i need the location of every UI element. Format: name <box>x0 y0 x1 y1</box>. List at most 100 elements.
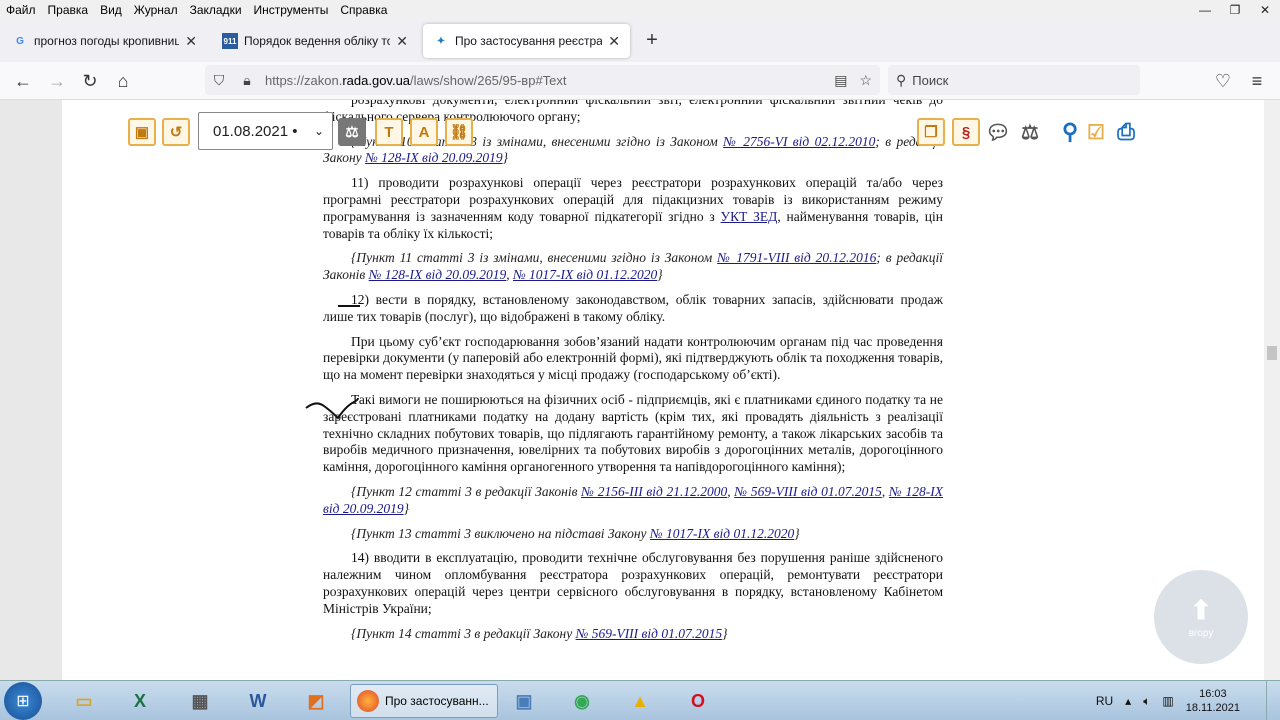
documents-icon[interactable]: ❐ <box>917 118 945 146</box>
law-link[interactable]: № 1017-IX від 01.12.2020 <box>650 526 794 541</box>
law-text: розрахункові документи, електронний фіск… <box>323 100 943 650</box>
firefox-icon <box>357 690 379 712</box>
menu-edit[interactable]: Правка <box>42 3 95 17</box>
menu-bookmarks[interactable]: Закладки <box>184 3 248 17</box>
menu-help[interactable]: Справка <box>334 3 393 17</box>
close-window-icon[interactable]: ✕ <box>1250 0 1280 20</box>
excel-icon[interactable]: X <box>114 684 166 718</box>
tab-law-active[interactable]: ✦ Про застосування реєстрато... ✕ <box>423 24 630 58</box>
system-tray: RU ▴ 🔈︎ ▥ 16:03 18.11.2021 <box>1096 681 1240 720</box>
search-icon: ⚲ <box>896 71 907 88</box>
tab-weather[interactable]: G прогноз погоды кропивницкий ✕ <box>2 24 207 58</box>
tab-label: Порядок ведення обліку товар <box>244 34 391 48</box>
law-link[interactable]: № 1791-VIII від 20.12.2016 <box>717 250 876 265</box>
revision-date-select[interactable]: 01.08.2021 • ⌄ <box>198 112 333 150</box>
law-link[interactable]: № 1017-IX від 01.12.2020 <box>513 267 657 282</box>
tab-label: прогноз погоды кропивницкий <box>34 34 180 48</box>
arrow-up-icon: ⬆ <box>1190 595 1212 625</box>
app-menu-icon[interactable]: ≡ <box>1244 68 1270 94</box>
link-icon[interactable]: ⛓ <box>445 118 473 146</box>
menu-bar: Файл Правка Вид Журнал Закладки Инструме… <box>0 0 1280 20</box>
paragraph-12: 12) вести в порядку, встановленому закон… <box>323 291 943 324</box>
rada-icon: ✦ <box>436 35 446 47</box>
reader-view-icon[interactable]: ▤ <box>834 72 847 89</box>
amendment-note: {Пункт 13 статті 3 виключено на підставі… <box>351 525 800 541</box>
law-link[interactable]: № 569-VIII від 01.07.2015 <box>576 626 723 641</box>
back-icon[interactable]: ← <box>10 68 36 94</box>
close-tab-icon[interactable]: ✕ <box>608 33 620 50</box>
anydesk-icon[interactable]: ▲ <box>614 684 666 718</box>
pen-annotation <box>305 305 360 420</box>
scroll-to-top-button[interactable]: ⬆ вгору <box>1154 570 1248 664</box>
law-page: розрахункові документи, електронний фіск… <box>62 100 1264 680</box>
law-link[interactable]: № 128-IX від 20.09.2019 <box>369 267 507 282</box>
scales-icon[interactable]: ⚖ <box>338 118 366 146</box>
law-link[interactable]: № 2156-III від 21.12.2000 <box>581 484 727 499</box>
taskbar-firefox-task[interactable]: Про застосуванн... <box>350 684 498 718</box>
tab-label: Про застосування реєстрато... <box>455 34 603 48</box>
lock-icon[interactable]: 🔒︎ <box>233 72 261 89</box>
clock[interactable]: 16:03 18.11.2021 <box>1186 687 1240 715</box>
law-link[interactable]: № 128-IX від 20.09.2019 <box>365 150 503 165</box>
url-bar[interactable]: ⛉ 🔒︎ https://zakon.rada.gov.ua/laws/show… <box>205 65 880 95</box>
forward-icon[interactable]: → <box>44 68 70 94</box>
law-toolbar: ▣ ↺ 01.08.2021 • ⌄ ⚖ T A ⛓ ❐ § 💬︎ ⚖ ⚲ ☑ … <box>62 112 1264 152</box>
remote-desktop-icon[interactable]: ▣ <box>498 684 550 718</box>
taskbar: ⊞ ▭ X ▦ W ◩ Про застосуванн... ▣ ◉ ▲ O R… <box>0 680 1280 720</box>
paragraph-14: 14) вводити в експлуатацію, проводити те… <box>323 550 943 616</box>
restore-icon[interactable]: ❐ <box>1220 0 1250 20</box>
paragraph-12b: При цьому суб’єкт господарювання зобов’я… <box>323 333 943 383</box>
chrome-icon[interactable]: ◉ <box>556 684 608 718</box>
amendment-note: {Пункт 12 статті 3 в редакції Законів № … <box>323 483 944 516</box>
google-icon: G <box>16 35 24 47</box>
content-area: розрахункові документи, електронний фіск… <box>0 100 1264 680</box>
menu-file[interactable]: Файл <box>0 3 42 17</box>
vertical-scrollbar[interactable] <box>1264 100 1280 680</box>
text-icon[interactable]: T <box>375 118 403 146</box>
start-button[interactable]: ⊞ <box>4 682 42 720</box>
app-icon[interactable]: ◩ <box>290 684 342 718</box>
tab-accounting[interactable]: 911 Порядок ведення обліку товар ✕ <box>212 24 418 58</box>
site-911-icon: 911 <box>222 33 238 49</box>
explorer-icon[interactable]: ▭ <box>58 684 110 718</box>
law-link[interactable]: № 569-VIII від 01.07.2015 <box>734 484 882 499</box>
section-icon[interactable]: § <box>952 118 980 146</box>
nav-bar: ← → ↻ ⌂ ⛉ 🔒︎ https://zakon.rada.gov.ua/l… <box>0 62 1280 100</box>
menu-view[interactable]: Вид <box>94 3 128 17</box>
language-indicator[interactable]: RU <box>1096 694 1113 708</box>
calculator-icon[interactable]: ▦ <box>174 684 226 718</box>
card-icon[interactable]: ▣ <box>128 118 156 146</box>
balance-icon[interactable]: ⚖ <box>1016 118 1044 146</box>
tray-arrow-icon[interactable]: ▴ <box>1125 694 1131 708</box>
word-icon[interactable]: W <box>232 684 284 718</box>
close-tab-icon[interactable]: ✕ <box>396 33 408 50</box>
paragraph-12c: Такі вимоги не поширюються на фізичних о… <box>323 391 943 475</box>
home-icon[interactable]: ⌂ <box>110 68 136 94</box>
history-icon[interactable]: ↺ <box>162 118 190 146</box>
tab-strip: G прогноз погоды кропивницкий ✕ 911 Поря… <box>0 20 1280 62</box>
pocket-icon[interactable]: ♡ <box>1210 68 1236 94</box>
minimize-icon[interactable]: — <box>1190 0 1220 20</box>
search-icon[interactable]: ⚲ <box>1056 118 1084 146</box>
url-text: https://zakon.rada.gov.ua/laws/show/265/… <box>265 72 567 88</box>
volume-icon[interactable]: 🔈︎ <box>1143 694 1150 709</box>
bookmark-star-icon[interactable]: ☆ <box>859 72 872 89</box>
checklist-icon[interactable]: ☑ <box>1082 118 1110 146</box>
menu-tools[interactable]: Инструменты <box>248 3 335 17</box>
show-desktop-button[interactable] <box>1266 681 1280 720</box>
comments-icon[interactable]: 💬︎ <box>984 118 1012 146</box>
shield-icon[interactable]: ⛉ <box>205 72 233 89</box>
amendment-note: {Пункт 14 статті 3 в редакції Закону № 5… <box>351 625 728 641</box>
search-input[interactable]: ⚲ Поиск <box>888 65 1140 95</box>
menu-history[interactable]: Журнал <box>128 3 184 17</box>
print-icon[interactable]: ⎙ <box>1112 118 1140 146</box>
close-tab-icon[interactable]: ✕ <box>185 33 197 50</box>
opera-icon[interactable]: O <box>672 684 724 718</box>
new-tab-icon[interactable]: + <box>640 28 664 52</box>
network-icon[interactable]: ▥ <box>1162 694 1173 708</box>
font-icon[interactable]: A <box>410 118 438 146</box>
reload-icon[interactable]: ↻ <box>77 68 103 94</box>
paragraph-11: 11) проводити розрахункові операції чере… <box>323 175 943 241</box>
scrollbar-thumb[interactable] <box>1267 346 1277 360</box>
ukt-zed-link[interactable]: УКТ ЗЕД <box>721 209 778 224</box>
